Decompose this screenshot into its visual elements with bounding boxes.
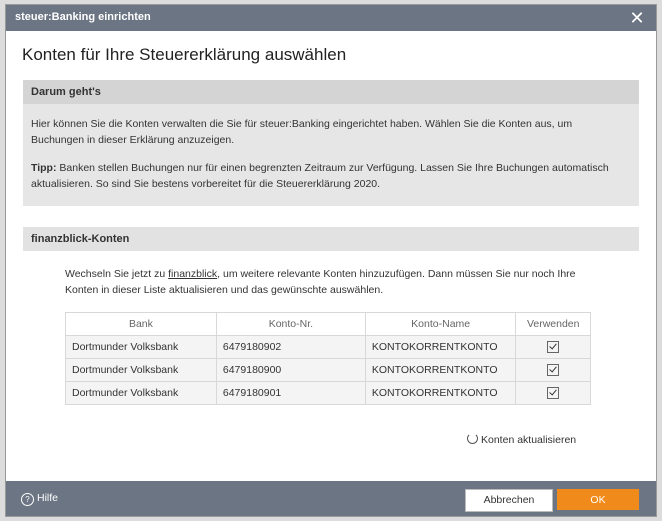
tip-label: Tipp: [31, 162, 57, 174]
cell-use [515, 335, 591, 359]
cancel-button[interactable]: Abbrechen [465, 489, 553, 512]
help-label: Hilfe [37, 492, 59, 504]
cell-name: KONTOKORRENTKONTO [364, 358, 517, 382]
refresh-accounts-button[interactable]: Konten aktualisieren [467, 433, 576, 446]
cell-use [515, 381, 591, 405]
cell-number: 6479180900 [215, 358, 366, 382]
tip-text: Banken stellen Buchungen nur für einen b… [31, 162, 609, 190]
column-header-use: Verwenden [515, 312, 591, 336]
refresh-icon [467, 433, 478, 444]
checkbox-checked-icon[interactable] [546, 387, 559, 400]
cell-bank: Dortmunder Volksbank [65, 358, 217, 382]
table-header-row: Bank Konto-Nr. Konto-Name Verwenden [65, 312, 591, 336]
help-button[interactable]: ? Hilfe [21, 492, 58, 506]
accounts-section: finanzblick-Konten Wechseln Sie jetzt zu… [23, 227, 639, 423]
dialog-window: steuer:Banking einrichten ✕ Konten für I… [5, 4, 657, 517]
accounts-section-title: finanzblick-Konten [23, 227, 639, 251]
cell-bank: Dortmunder Volksbank [65, 335, 217, 359]
table-row: Dortmunder Volksbank 6479180900 KONTOKOR… [65, 358, 591, 382]
info-section-title: Darum geht's [23, 80, 639, 104]
refresh-label: Konten aktualisieren [481, 434, 577, 446]
ok-button[interactable]: OK [557, 489, 639, 510]
cell-use [515, 358, 591, 382]
cell-name: KONTOKORRENTKONTO [364, 335, 517, 359]
table-row: Dortmunder Volksbank 6479180902 KONTOKOR… [65, 335, 591, 359]
intro-text-before: Wechseln Sie jetzt zu [65, 268, 169, 280]
column-header-bank: Bank [65, 312, 217, 336]
info-section: Darum geht's Hier können Sie die Konten … [23, 80, 639, 206]
column-header-number: Konto-Nr. [215, 312, 366, 336]
accounts-intro: Wechseln Sie jetzt zu finanzblick, um we… [65, 266, 605, 298]
cell-name: KONTOKORRENTKONTO [364, 381, 517, 405]
cell-number: 6479180902 [215, 335, 366, 359]
close-icon[interactable]: ✕ [626, 7, 648, 29]
cell-number: 6479180901 [215, 381, 366, 405]
accounts-table: Bank Konto-Nr. Konto-Name Verwenden Dort… [65, 312, 591, 405]
column-header-name: Konto-Name [364, 312, 517, 336]
checkbox-checked-icon[interactable] [546, 341, 559, 354]
dialog-footer: ? Hilfe Abbrechen OK [6, 481, 656, 516]
table-row: Dortmunder Volksbank 6479180901 KONTOKOR… [65, 381, 591, 405]
page-title: Konten für Ihre Steuererklärung auswähle… [22, 45, 347, 64]
cell-bank: Dortmunder Volksbank [65, 381, 217, 405]
tip-paragraph: Tipp: Banken stellen Buchungen nur für e… [31, 160, 627, 192]
help-icon: ? [21, 493, 34, 506]
info-paragraph: Hier können Sie die Konten verwalten die… [31, 118, 573, 146]
window-title: steuer:Banking einrichten [15, 11, 151, 23]
finanzblick-link[interactable]: finanzblick [168, 268, 217, 280]
checkbox-checked-icon[interactable] [546, 364, 559, 377]
title-bar: steuer:Banking einrichten ✕ [6, 5, 656, 31]
